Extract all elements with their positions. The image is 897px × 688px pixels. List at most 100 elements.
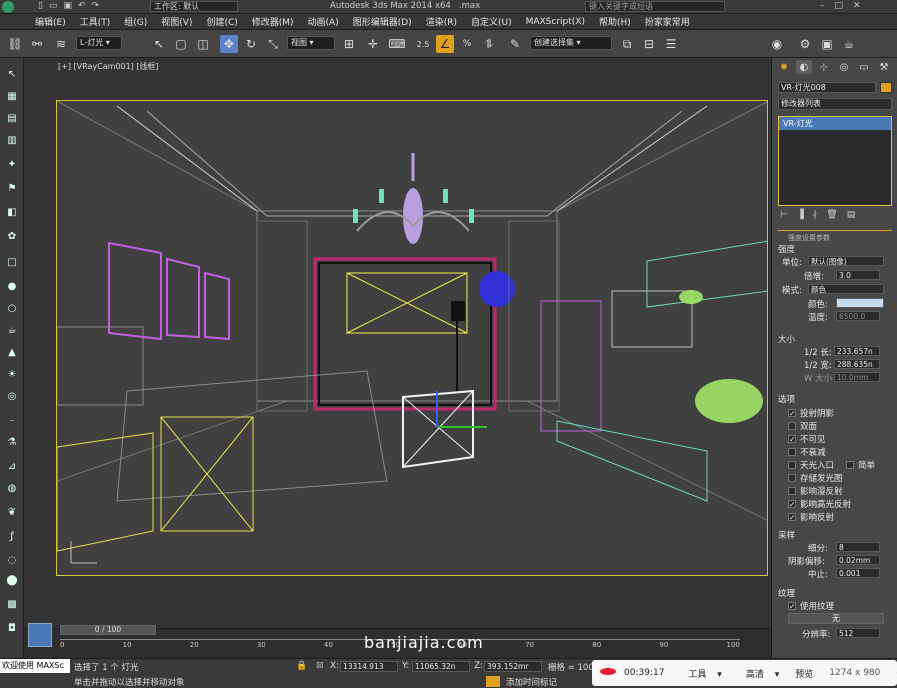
named-selection-dropdown[interactable]: 创建选择集 ▾ [530, 36, 612, 50]
select-move-icon[interactable]: ✥ [220, 35, 238, 53]
checkbox-use-texture[interactable]: ✓ [788, 602, 796, 611]
selection-filter-dropdown[interactable]: L-灯光 ▾ [76, 36, 122, 50]
sphere-icon[interactable]: ● [4, 278, 20, 294]
option-affect-reflections[interactable]: ✓ 影响反射 [788, 511, 834, 523]
temperature-spinner[interactable]: 6500.0 [836, 311, 880, 321]
redo-icon[interactable]: ↷ [92, 1, 100, 11]
workspace-dropdown[interactable]: 工作区: 默认 [150, 1, 238, 12]
menu-customize[interactable]: 自定义(U) [464, 15, 519, 28]
units-dropdown[interactable]: 默认(图像) [808, 256, 884, 266]
hierarchy-tab-icon[interactable]: ⊹ [816, 60, 832, 74]
reference-coord-dropdown[interactable]: 视图 ▾ [287, 36, 335, 50]
modifier-list-dropdown[interactable]: 修改器列表 [778, 98, 892, 110]
render-teapot-icon[interactable]: ☕ [840, 35, 858, 53]
shadow-bias-spinner[interactable]: 0.02mm [836, 555, 880, 565]
make-unique-icon[interactable]: ∤ [813, 210, 818, 220]
menu-create[interactable]: 创建(C) [199, 15, 244, 28]
checkbox-affect-diffuse[interactable] [788, 487, 796, 495]
maxscript-listener[interactable]: 欢迎使用 MAXSc [0, 659, 70, 673]
option-double-sided[interactable]: 双面 [788, 420, 817, 432]
menu-animation[interactable]: 动画(A) [301, 15, 346, 28]
material-editor-icon[interactable]: ◉ [768, 35, 786, 53]
configure-modifier-icon[interactable]: ▤ [847, 210, 856, 220]
light-bulb-icon[interactable]: ✦ [4, 156, 20, 172]
option-affect-diffuse[interactable]: 影响漫反射 [788, 485, 843, 497]
menu-modifiers[interactable]: 修改器(M) [245, 15, 301, 28]
remove-modifier-icon[interactable]: 🗑 [826, 210, 837, 220]
option-store-irradiance[interactable]: 存储发光图 [788, 472, 843, 484]
box-icon[interactable]: □ [4, 254, 20, 270]
checkbox-simple[interactable] [846, 461, 854, 469]
close-icon[interactable]: ✕ [853, 1, 861, 11]
object-color-swatch[interactable] [880, 82, 892, 93]
manipulate-icon[interactable]: ✛ [364, 35, 382, 53]
option-cast-shadows[interactable]: ✓ 投射阴影 [788, 407, 834, 419]
layers-icon[interactable]: ▥ [4, 132, 20, 148]
stairs-icon[interactable]: ⊿ [4, 458, 20, 474]
absolute-mode-icon[interactable]: ⊠ [316, 661, 324, 671]
recorder-tools[interactable]: 工具 ▾ [672, 667, 729, 680]
time-tag-icon[interactable] [486, 676, 500, 687]
app-logo-icon[interactable] [2, 1, 14, 13]
menu-rendering[interactable]: 渲染(R) [419, 15, 464, 28]
w-size-spinner[interactable]: 10.0mm [834, 372, 880, 382]
recorder-quality[interactable]: 高清 ▾ [730, 667, 787, 680]
teapot-icon[interactable]: ☕ [4, 322, 20, 338]
z-coord-field[interactable]: 393.152mr [484, 661, 542, 672]
snap-toggle-icon[interactable]: 2.5 [414, 35, 432, 53]
cylinder-icon[interactable]: ○ [4, 300, 20, 316]
open-file-icon[interactable]: ▭ [49, 1, 58, 11]
render-setup-icon[interactable]: ⚙ [796, 35, 814, 53]
x-coord-field[interactable]: 13314.913 [340, 661, 398, 672]
multiplier-spinner[interactable]: 3.0 [836, 270, 880, 280]
maximize-icon[interactable]: □ [835, 1, 844, 11]
search-input[interactable]: 键入关键字或短语 [585, 1, 725, 12]
checkbox-skylight-portal[interactable] [788, 461, 796, 469]
half-length-spinner[interactable]: 233.657n [834, 346, 880, 356]
cutoff-spinner[interactable]: 0.001 [836, 568, 880, 578]
layer-manager-icon[interactable]: ☰ [662, 35, 680, 53]
link-icon[interactable]: ⛓ [6, 35, 24, 53]
display-tab-icon[interactable]: ▭ [856, 60, 872, 74]
texture-map-button[interactable]: 无 [788, 613, 884, 624]
option-no-decay[interactable]: 不衰减 [788, 446, 826, 458]
modify-tab-icon[interactable]: ◐ [796, 60, 812, 74]
motion-tab-icon[interactable]: ◎ [836, 60, 852, 74]
torus-icon[interactable]: ◎ [4, 388, 20, 404]
menu-graph-editors[interactable]: 图形编辑器(D) [346, 15, 419, 28]
sun-icon[interactable]: ☀ [4, 366, 20, 382]
select-rotate-icon[interactable]: ↻ [242, 35, 260, 53]
viewport-label[interactable]: [+] [VRayCam001] [线框] [58, 61, 159, 72]
create-tab-icon[interactable]: ✸ [776, 60, 792, 74]
render-frame-icon[interactable]: ▣ [818, 35, 836, 53]
minimize-icon[interactable]: – [820, 1, 825, 11]
pivot-center-icon[interactable]: ⊞ [340, 35, 358, 53]
palette-icon[interactable]: ✿ [4, 228, 20, 244]
time-slider-thumb[interactable]: 0 / 100 [60, 625, 156, 635]
keyboard-shortcut-icon[interactable]: ⌨ [388, 35, 406, 53]
recorder-preview[interactable]: 预览 [787, 667, 821, 680]
checkbox-double-sided[interactable] [788, 422, 796, 430]
new-file-icon[interactable]: ▯ [38, 1, 43, 11]
option-use-texture[interactable]: ✓ 使用纹理 [788, 600, 834, 612]
edit-named-sel-icon[interactable]: ✎ [506, 35, 524, 53]
bind-space-warp-icon[interactable]: ≋ [52, 35, 70, 53]
checkbox-affect-specular[interactable]: ✓ [788, 500, 796, 509]
disk-icon[interactable]: ◘ [4, 620, 20, 636]
option-invisible[interactable]: ✓ 不可见 [788, 433, 826, 445]
recorder-exit[interactable]: 退出分享 [888, 667, 897, 680]
document-icon[interactable]: ▤ [4, 110, 20, 126]
show-end-result-icon[interactable]: ▐ [797, 210, 804, 220]
option-skylight-portal[interactable]: 天光入口 [788, 459, 834, 471]
camera-viewport[interactable] [56, 100, 768, 576]
checkbox-store-irradiance[interactable] [788, 474, 796, 482]
cone-icon[interactable]: ▲ [4, 344, 20, 360]
menu-help[interactable]: 帮助(H) [592, 15, 638, 28]
pin-stack-icon[interactable]: ⊢ [780, 210, 788, 220]
save-file-icon[interactable]: ▣ [63, 1, 72, 11]
color-swatch[interactable] [836, 298, 884, 308]
add-time-tag[interactable]: 添加时间标记 [506, 676, 557, 688]
ring-icon[interactable]: ◌ [4, 552, 20, 568]
y-coord-field[interactable]: 11065.32n [412, 661, 470, 672]
resolution-spinner[interactable]: 512 [836, 628, 880, 638]
